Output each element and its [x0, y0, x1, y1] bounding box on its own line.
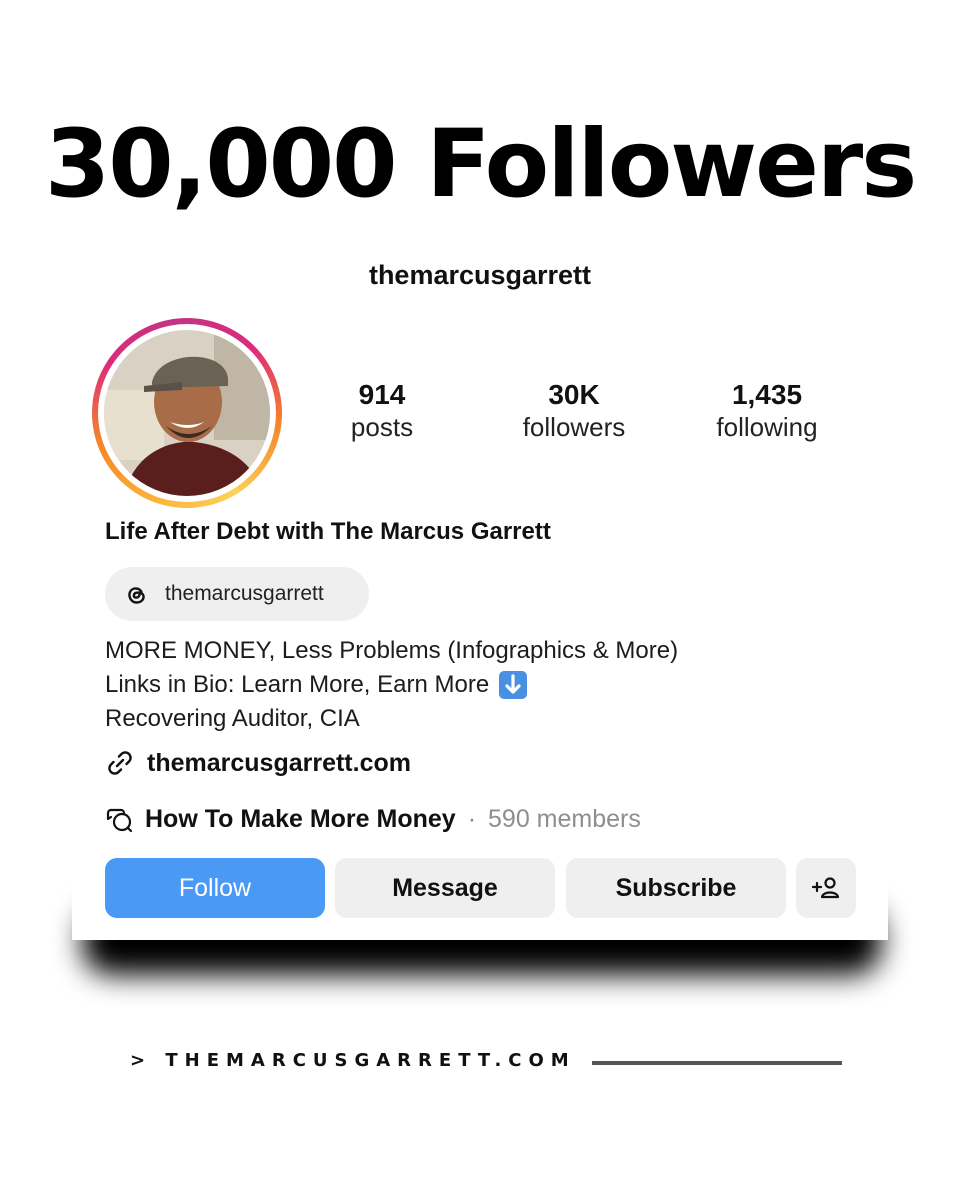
link-icon [108, 751, 132, 775]
profile-card: themarcusgarrett 914 posts 30K followers… [72, 210, 888, 940]
down-arrow-emoji-icon [499, 671, 528, 699]
subscribe-button[interactable]: Subscribe [566, 858, 786, 918]
story-ring[interactable] [92, 318, 282, 508]
threads-icon [128, 587, 145, 604]
display-name: Life After Debt with The Marcus Garrett [105, 518, 551, 545]
stat-followers[interactable]: 30K followers [484, 379, 664, 445]
community-members: 590 members [488, 804, 641, 833]
add-user-button[interactable] [796, 858, 856, 918]
follow-button[interactable]: Follow [105, 858, 325, 918]
bio: MORE MONEY, Less Problems (Infographics … [105, 634, 678, 736]
add-user-icon [811, 877, 840, 899]
bio-line-3: Recovering Auditor, CIA [105, 705, 360, 732]
bio-line-2-text: Links in Bio: Learn More, Earn More [105, 671, 490, 698]
posts-count: 914 [358, 379, 406, 410]
stat-following[interactable]: 1,435 following [677, 379, 857, 445]
community-chat-icon [106, 808, 133, 833]
website-link[interactable]: themarcusgarrett.com [105, 748, 411, 778]
website-link-text[interactable]: themarcusgarrett.com [147, 749, 411, 778]
threads-badge[interactable]: themarcusgarrett [105, 567, 369, 621]
bio-line-1: MORE MONEY, Less Problems (Infographics … [105, 637, 679, 664]
following-label: following [716, 411, 818, 442]
footer-site-url[interactable]: > THEMARCUSGARRETT.COM [130, 1050, 576, 1071]
community-name[interactable]: How To Make More Money [145, 805, 456, 834]
followers-label: followers [522, 411, 626, 442]
bio-line-2: Links in Bio: Learn More, Earn More [105, 668, 678, 702]
community-row[interactable]: How To Make More Money · 590 members [105, 804, 641, 834]
footer-divider [592, 1061, 842, 1065]
message-button[interactable]: Message [335, 858, 555, 918]
following-count: 1,435 [731, 379, 803, 410]
followers-count: 30K [548, 379, 600, 410]
community-separator: · [467, 804, 477, 833]
avatar[interactable] [104, 330, 270, 496]
posts-label: posts [350, 411, 414, 442]
profile-username: themarcusgarrett [368, 260, 592, 290]
stat-posts[interactable]: 914 posts [292, 379, 472, 445]
headline-title: 30,000 Followers [44, 110, 917, 219]
threads-handle: themarcusgarrett [165, 582, 324, 605]
